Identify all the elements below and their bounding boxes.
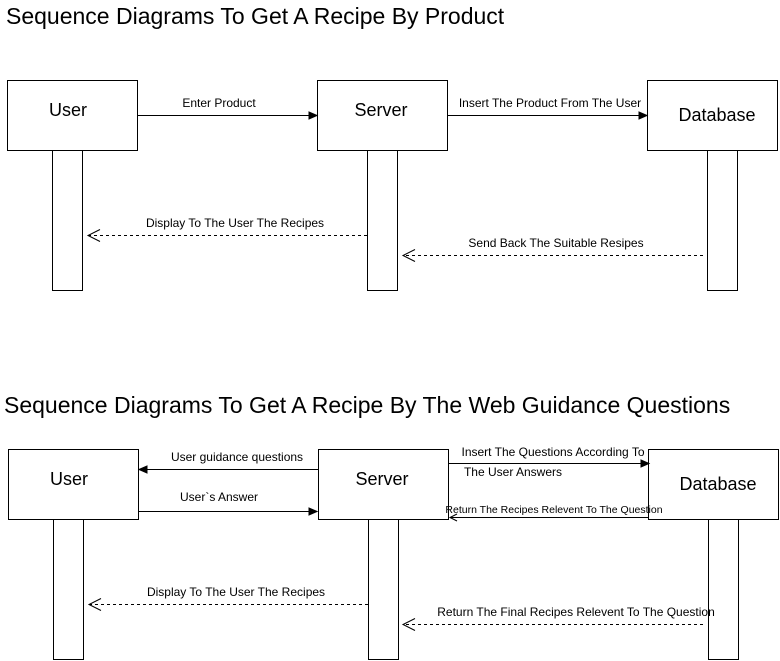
diagram1-user-participant: User	[7, 80, 138, 151]
diagram2-server-participant: Server	[318, 449, 449, 520]
diagram1-user-lifeline	[52, 150, 83, 291]
diagram2-message-label: User`s Answer	[180, 490, 258, 504]
diagram1: User Server Database Enter Product Inser…	[7, 80, 778, 291]
diagram1-message-label: Insert The Product From The User	[459, 96, 641, 110]
diagram2-message-label: Display To The User The Recipes	[147, 585, 325, 599]
diagram1-message-label: Send Back The Suitable Resipes	[468, 236, 643, 250]
diagram2-server-label: Server	[355, 469, 408, 489]
diagram1-message-label: Enter Product	[182, 96, 256, 110]
diagram1-database-participant: Database	[647, 80, 778, 151]
diagram2-message-return-final: Return The Final Recipes Relevent To The…	[401, 605, 715, 631]
diagram1-user-label: User	[49, 100, 87, 120]
diagram2-message-insert-questions: Insert The Questions According To The Us…	[448, 445, 651, 479]
sequence-diagrams-canvas: User Server Database Enter Product Inser…	[7, 80, 779, 660]
diagram2-user-participant: User	[8, 449, 139, 520]
diagram2-message-guidance-questions: User guidance questions	[137, 450, 319, 474]
diagram2: User Server Database User guidance quest…	[8, 445, 779, 660]
diagram2-user-label: User	[50, 469, 88, 489]
diagram2-message-label: User guidance questions	[171, 450, 303, 464]
diagram2-server-lifeline	[368, 519, 399, 660]
diagram1-database-label: Database	[678, 105, 755, 125]
diagram2-database-lifeline	[708, 519, 739, 660]
diagram2-database-participant: Database	[648, 449, 779, 520]
diagram2-user-lifeline	[53, 519, 84, 660]
diagram1-message-insert-product: Insert The Product From The User	[447, 96, 649, 120]
diagram2-message-return-recipes: Return The Recipes Relevent To The Quest…	[445, 504, 663, 522]
diagram1-message-label: Display To The User The Recipes	[146, 216, 324, 230]
diagram2-message-user-answer: User`s Answer	[138, 490, 319, 516]
diagram2-message-label-line1: Insert The Questions According To	[462, 445, 645, 459]
diagram1-message-enter-product: Enter Product	[137, 96, 319, 120]
diagram1-message-send-back: Send Back The Suitable Resipes	[401, 236, 703, 262]
diagram1-server-lifeline	[367, 150, 398, 291]
diagram2-message-display: Display To The User The Recipes	[87, 585, 368, 611]
diagram1-database-lifeline	[707, 150, 738, 291]
diagram1-server-participant: Server	[317, 80, 448, 151]
diagram2-message-label: Return The Final Recipes Relevent To The…	[437, 605, 715, 619]
diagram1-message-display: Display To The User The Recipes	[86, 216, 367, 242]
diagram2-database-label: Database	[679, 474, 756, 494]
diagram1-server-label: Server	[354, 100, 407, 120]
diagram2-message-label: Return The Recipes Relevent To The Quest…	[445, 504, 662, 516]
diagram2-message-label-line2: The User Answers	[464, 465, 562, 479]
